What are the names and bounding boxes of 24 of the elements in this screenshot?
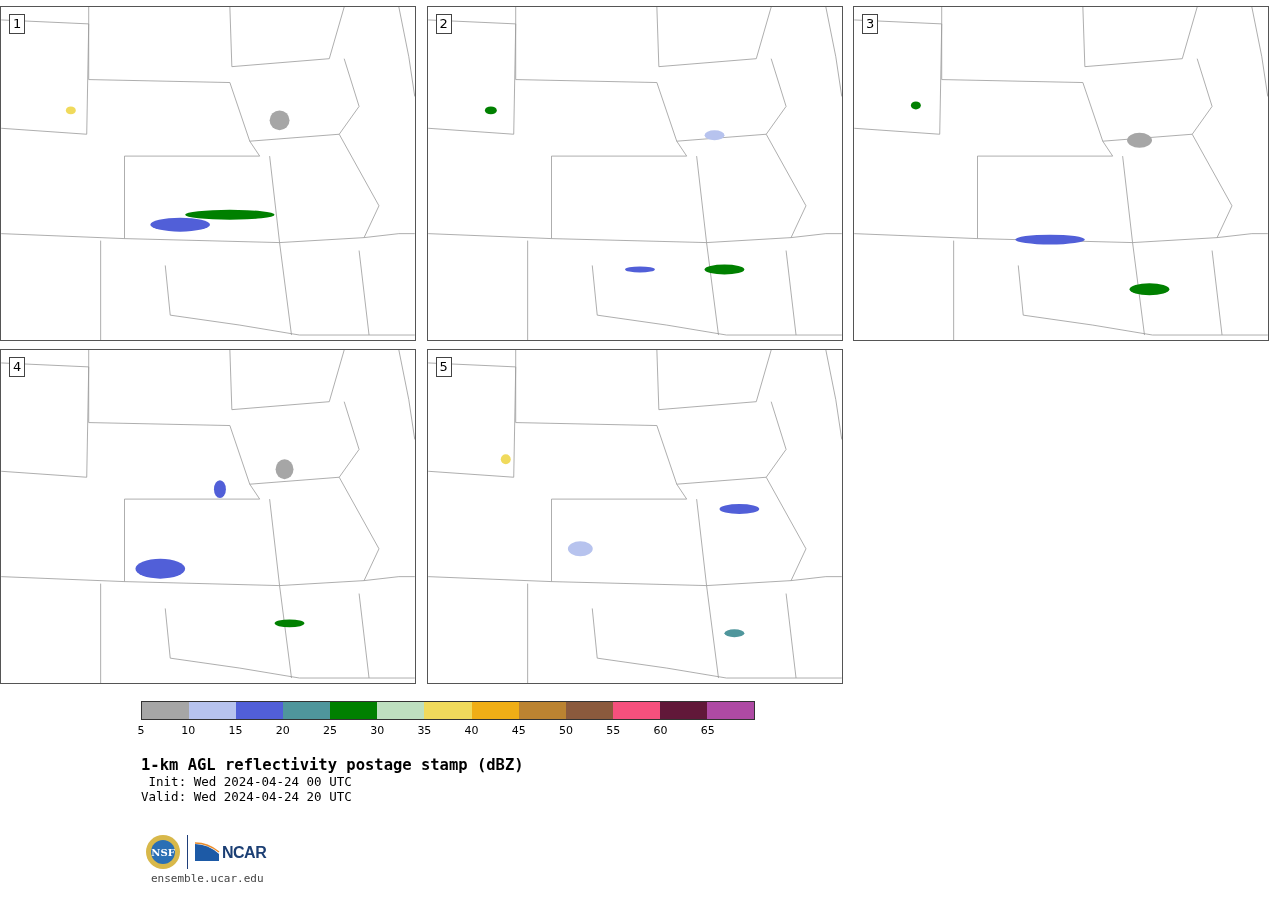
tick-label: 40: [464, 724, 479, 737]
tick-label: 45: [511, 724, 526, 737]
tick-label: 30: [370, 724, 385, 737]
panel-number: 5: [435, 357, 452, 377]
website-url: ensemble.ucar.edu: [151, 872, 265, 885]
ncar-logo: NCAR: [194, 842, 267, 862]
tick-label: 20: [275, 724, 290, 737]
tick-label: 60: [653, 724, 668, 737]
panel-number: 4: [9, 357, 26, 377]
tick-label: 35: [417, 724, 432, 737]
tick-label: 55: [606, 724, 621, 737]
panel-number: 3: [862, 14, 879, 34]
figure-title: 1-km AGL reflectivity postage stamp (dBZ): [141, 756, 525, 774]
tick-label: 5: [137, 724, 145, 737]
panel-number: 1: [9, 14, 26, 34]
init-time: Init: Wed 2024-04-24 00 UTC: [147, 774, 353, 789]
tick-label: 50: [559, 724, 574, 737]
panel-number: 2: [435, 14, 452, 34]
valid-time: Valid: Wed 2024-04-24 20 UTC: [141, 789, 353, 804]
tick-label: 65: [700, 724, 715, 737]
nsf-logo: NSF: [145, 834, 181, 870]
tick-label: 10: [181, 724, 196, 737]
tick-label: 25: [322, 724, 337, 737]
tick-label: 15: [228, 724, 243, 737]
